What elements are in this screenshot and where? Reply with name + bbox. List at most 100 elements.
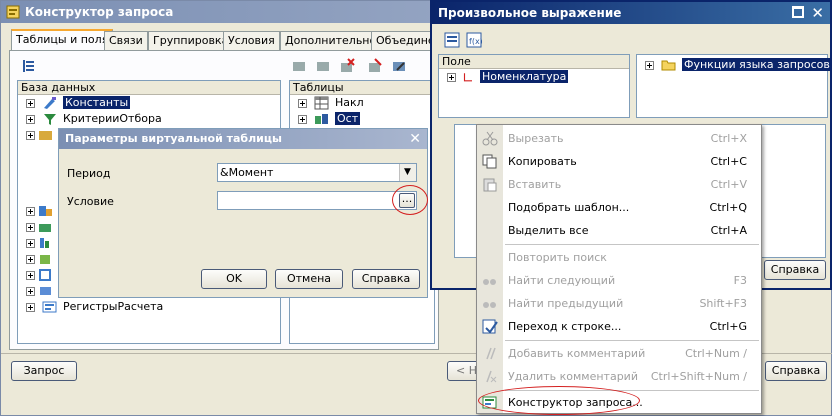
window-title: Конструктор запроса	[25, 5, 174, 19]
tab-links[interactable]: Связи	[104, 31, 148, 50]
table-params-icon[interactable]	[391, 58, 407, 74]
context-menu: Вырезать Ctrl+X Копировать Ctrl+C Встави…	[476, 124, 762, 414]
find-next-icon	[483, 279, 496, 285]
tab-tables-fields[interactable]: Таблицы и поля	[11, 29, 114, 50]
menu-item-find-prev[interactable]: Найти предыдущий Shift+F3	[477, 292, 761, 315]
close-icon[interactable]: ✕	[811, 2, 824, 24]
expand-icon[interactable]	[26, 222, 35, 232]
delete-table-icon[interactable]	[339, 58, 355, 74]
expand-icon[interactable]	[26, 302, 35, 312]
tree-item[interactable]	[26, 219, 56, 235]
ellipsis-highlight	[392, 185, 428, 215]
expand-icon[interactable]	[26, 114, 35, 124]
table-icon	[314, 96, 328, 110]
ok-button[interactable]: OK	[201, 269, 267, 289]
tab-additional[interactable]: Дополнительно	[280, 31, 382, 50]
menu-item-remove-comment[interactable]: Удалить комментарий Ctrl+Shift+Num /	[477, 365, 761, 388]
virtual-table-titlebar[interactable]: Параметры виртуальной таблицы ✕	[59, 129, 427, 149]
dialog-help-button[interactable]: Справка	[352, 269, 420, 289]
register-icon	[39, 269, 51, 281]
edit-table-icon[interactable]	[367, 58, 383, 74]
menu-item-copy[interactable]: Копировать Ctrl+C	[477, 150, 761, 173]
menu-item-pick-template[interactable]: Подобрать шаблон... Ctrl+Q	[477, 196, 761, 219]
folder-icon	[39, 131, 52, 140]
menu-item-repeat-search[interactable]: Повторить поиск	[477, 246, 761, 269]
virtual-table-icon	[314, 114, 328, 124]
register-icon	[40, 255, 50, 264]
tree-item[interactable]	[26, 203, 56, 219]
functions-panel: Функции языка запросов	[636, 54, 832, 118]
fields-panel-header: Поле	[439, 55, 629, 69]
condition-input[interactable]: ...	[217, 191, 417, 210]
tables-item-ost[interactable]: Ост	[298, 111, 361, 127]
tab-grouping[interactable]: Группировка	[148, 31, 234, 50]
tree-view-icon[interactable]	[21, 58, 37, 74]
expand-icon[interactable]	[26, 286, 35, 296]
tree-item[interactable]	[26, 267, 56, 283]
calc-registers-icon	[42, 301, 56, 313]
condition-label: Условие	[67, 195, 114, 208]
add-comment-icon	[486, 347, 496, 360]
register-icon	[39, 206, 52, 216]
tree-item[interactable]	[26, 127, 56, 143]
maximize-icon[interactable]	[792, 6, 804, 18]
app-icon	[6, 5, 20, 19]
tables-item-nakl[interactable]: Накл	[298, 95, 364, 111]
tree-item-calc-registers[interactable]: РегистрыРасчета	[26, 299, 163, 315]
tree-item[interactable]	[26, 235, 56, 251]
expression-titlebar[interactable]: Произвольное выражение ✕	[432, 2, 830, 24]
menu-item-goto-line[interactable]: Переход к строке... Ctrl+G	[477, 315, 761, 338]
tree-item[interactable]	[26, 283, 56, 299]
fields-panel: Поле Номенклатура	[438, 54, 630, 118]
register-icon	[40, 287, 51, 295]
database-panel-header: База данных	[18, 81, 280, 95]
expand-icon[interactable]	[26, 238, 35, 248]
dropdown-button[interactable]: ▼	[399, 164, 416, 181]
goto-line-icon	[482, 319, 498, 334]
remove-comment-icon	[486, 370, 497, 383]
constants-icon	[43, 97, 56, 109]
expand-icon[interactable]	[298, 98, 307, 108]
virtual-table-dialog: Параметры виртуальной таблицы ✕ Период &…	[58, 128, 428, 298]
field-icon	[463, 73, 472, 82]
expand-icon[interactable]	[645, 60, 654, 70]
expression-help-button[interactable]: Справка	[764, 260, 826, 280]
add-table-icon[interactable]	[291, 58, 307, 74]
menu-item-find-next[interactable]: Найти следующий F3	[477, 269, 761, 292]
expand-icon[interactable]	[26, 254, 35, 264]
tree-item-constants[interactable]: Константы	[26, 95, 131, 111]
period-label: Период	[67, 167, 111, 180]
folder-icon	[661, 60, 675, 71]
menu-separator	[505, 244, 759, 245]
query-builder-highlight	[478, 386, 640, 415]
main-help-button[interactable]: Справка	[765, 361, 827, 381]
functions-item[interactable]: Функции языка запросов	[645, 57, 832, 73]
field-item-nomenclature[interactable]: Номенклатура	[447, 69, 569, 85]
menu-item-paste[interactable]: Вставить Ctrl+V	[477, 173, 761, 196]
expand-icon[interactable]	[26, 270, 35, 280]
expression-title: Произвольное выражение	[438, 6, 622, 20]
register-icon	[40, 238, 49, 248]
tree-item-filter-criteria[interactable]: КритерииОтбора	[26, 111, 162, 127]
function-icon[interactable]: f(x)	[466, 32, 482, 48]
svg-text:f(x): f(x)	[469, 37, 482, 46]
cancel-button[interactable]: Отмена	[275, 269, 343, 289]
close-icon[interactable]: ✕	[409, 129, 421, 149]
expand-icon[interactable]	[26, 130, 35, 140]
expand-icon[interactable]	[298, 114, 307, 124]
expand-icon[interactable]	[26, 98, 35, 108]
menu-item-add-comment[interactable]: Добавить комментарий Ctrl+Num /	[477, 342, 761, 365]
menu-item-select-all[interactable]: Выделить все Ctrl+A	[477, 219, 761, 242]
chevron-down-icon: ▼	[404, 167, 411, 177]
tree-item[interactable]	[26, 251, 56, 267]
expand-icon[interactable]	[26, 206, 35, 216]
tab-conditions[interactable]: Условия	[223, 31, 280, 50]
query-button[interactable]: Запрос	[11, 361, 77, 381]
dialog-title: Параметры виртуальной таблицы	[65, 132, 282, 145]
menu-item-cut[interactable]: Вырезать Ctrl+X	[477, 127, 761, 150]
copy-table-icon[interactable]	[315, 58, 331, 74]
expand-icon[interactable]	[447, 72, 456, 82]
field-list-icon[interactable]	[444, 32, 460, 48]
period-select[interactable]: &Момент ▼	[217, 163, 417, 182]
register-icon	[39, 224, 51, 232]
